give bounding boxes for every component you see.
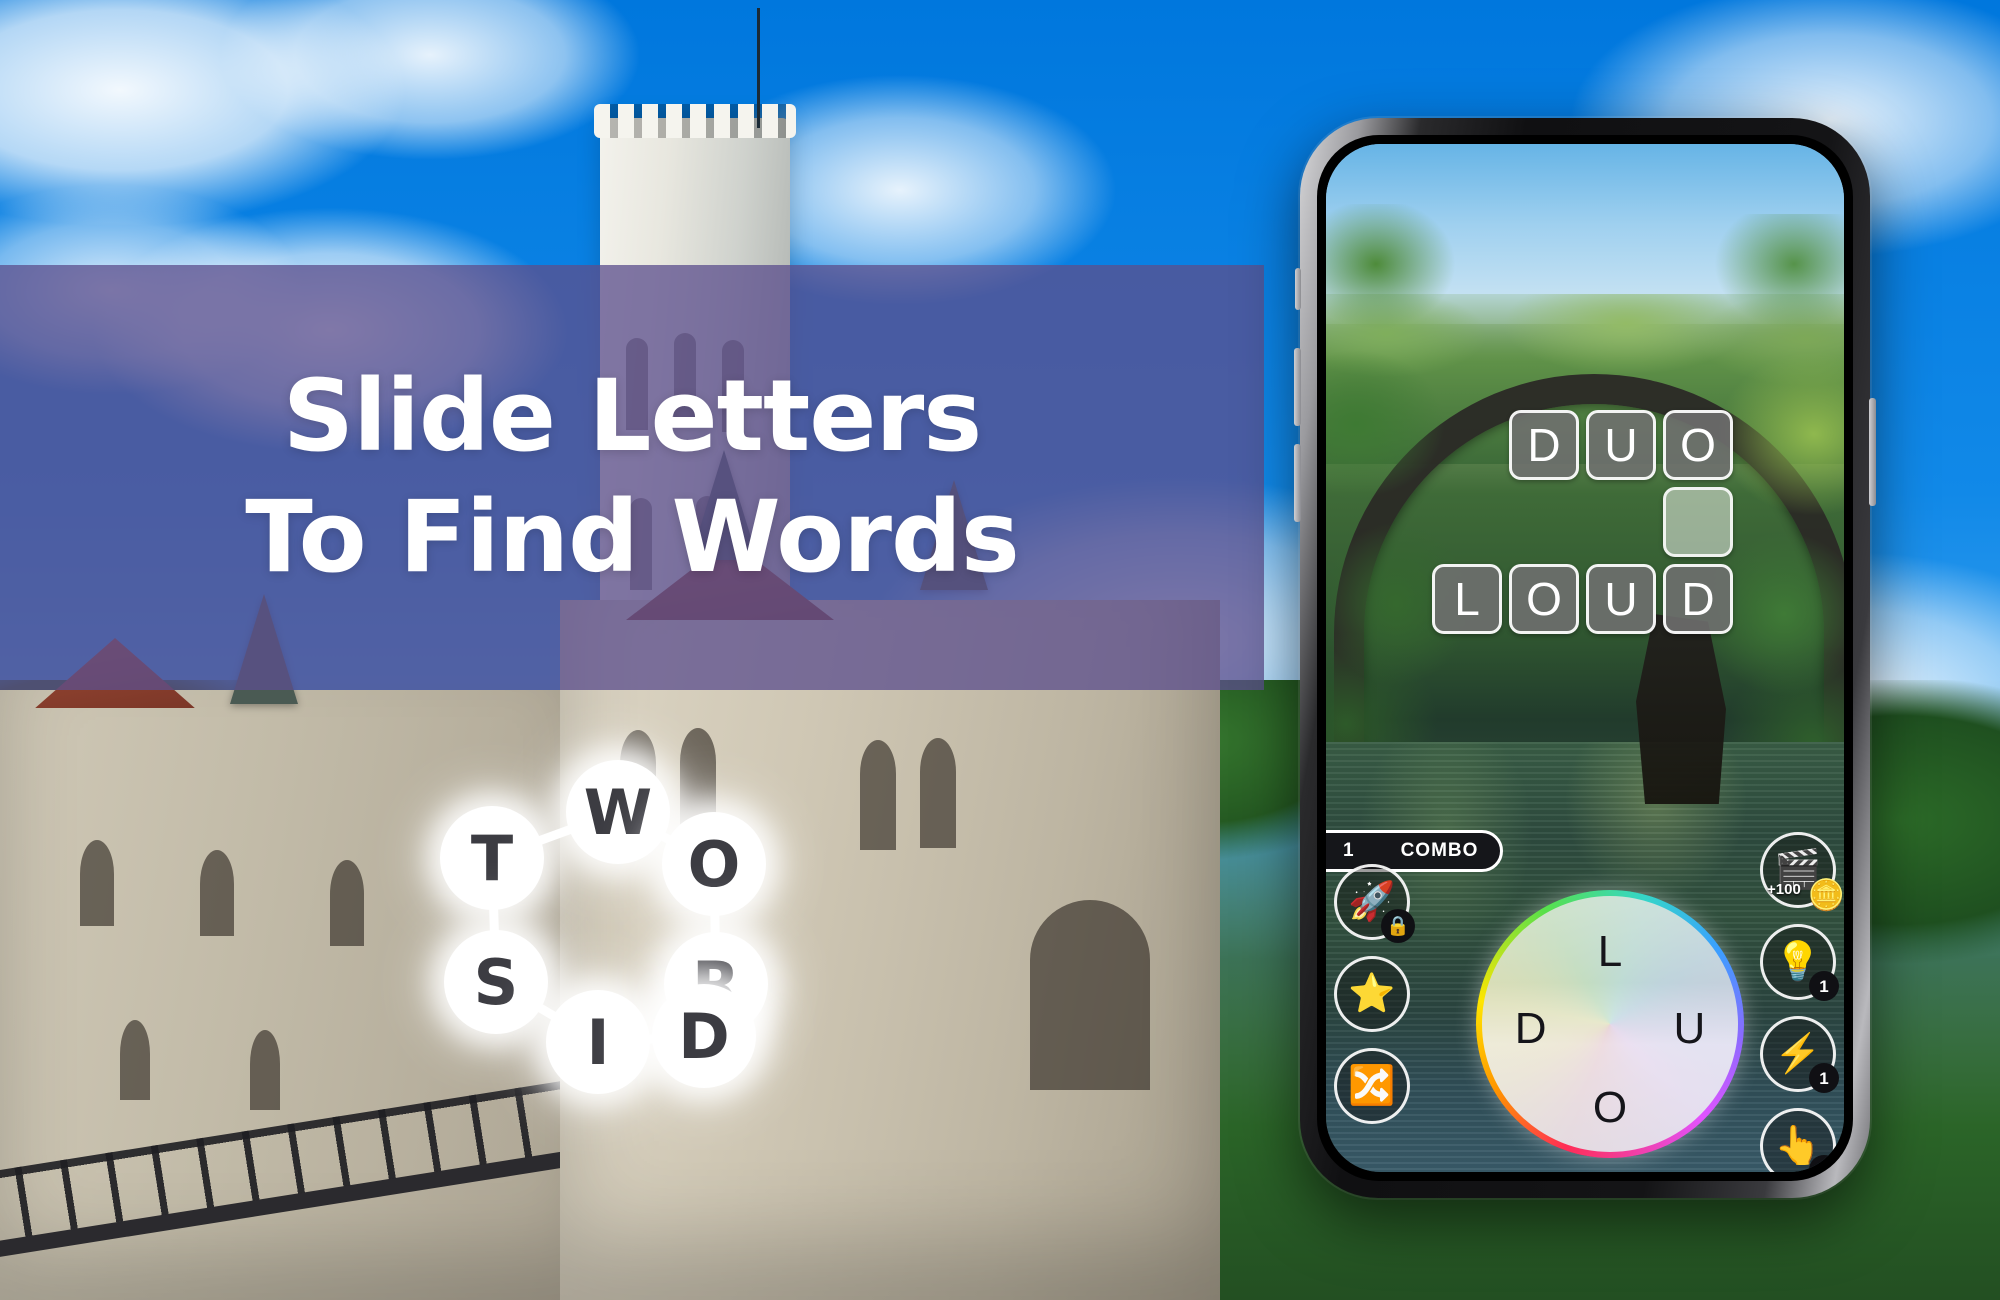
tile-u2[interactable]: U: [1586, 564, 1656, 634]
right-button-stack: 🎬 +100 🪙 💡 1 ⚡ 1 👆 1: [1760, 832, 1844, 1172]
shuffle-icon: 🔀: [1348, 1065, 1396, 1107]
phone-power-button[interactable]: [1869, 398, 1876, 506]
hint-count-badge: 1: [1809, 971, 1839, 1001]
tile-d1[interactable]: D: [1509, 410, 1579, 480]
lightning-boost-button[interactable]: ⚡ 1: [1760, 1016, 1839, 1093]
word-row-duo: D U O: [1509, 410, 1733, 480]
letter-node-i[interactable]: I: [546, 990, 650, 1094]
phone-bezel: D U O L O U D 1 COMBO 🚀 🔒 ⭐ 🔀 🎬 +100 🪙 💡…: [1317, 135, 1853, 1181]
promo-title-line-1: Slide Letters: [282, 358, 982, 474]
phone-volume-down[interactable]: [1294, 444, 1301, 522]
word-letter-circle: T W O S R I D: [440, 760, 768, 1094]
hint-bulb-button[interactable]: 💡 1: [1760, 924, 1839, 1001]
word-board: D U O L O U D: [1432, 410, 1733, 634]
word-row-loud: L O U D: [1432, 564, 1733, 634]
tile-empty-slot[interactable]: [1663, 487, 1733, 557]
letter-node-d[interactable]: D: [652, 984, 756, 1088]
rocket-boost-button[interactable]: 🚀 🔒: [1334, 864, 1415, 943]
word-row-spacer: [1663, 487, 1733, 557]
wheel-letter-d[interactable]: D: [1515, 1004, 1547, 1054]
promo-title-line-2: To Find Words: [245, 479, 1020, 595]
tile-o2[interactable]: O: [1509, 564, 1579, 634]
tap-hand-button[interactable]: 👆 1: [1760, 1108, 1839, 1172]
lock-icon: 🔒: [1381, 909, 1415, 943]
star-bonus-button[interactable]: ⭐: [1334, 956, 1410, 1032]
letter-wheel-surface[interactable]: L D U O: [1482, 896, 1738, 1152]
letter-wheel[interactable]: L D U O: [1476, 890, 1744, 1158]
watch-ad-coins-button[interactable]: 🎬 +100 🪙: [1760, 832, 1844, 911]
coins-icon: 🪙: [1807, 879, 1844, 912]
ad-reward-label: +100: [1767, 881, 1801, 898]
wheel-letter-l[interactable]: L: [1598, 927, 1622, 977]
letter-node-o[interactable]: O: [662, 812, 766, 916]
promo-title-block: Slide Letters To Find Words: [0, 265, 1264, 690]
wheel-letter-u[interactable]: U: [1673, 1004, 1705, 1054]
tile-d2[interactable]: D: [1663, 564, 1733, 634]
phone-mockup: D U O L O U D 1 COMBO 🚀 🔒 ⭐ 🔀 🎬 +100 🪙 💡…: [1294, 118, 1876, 1198]
combo-label: COMBO: [1400, 840, 1479, 861]
lightning-count-badge: 1: [1809, 1063, 1839, 1093]
shuffle-button[interactable]: 🔀: [1334, 1048, 1410, 1124]
combo-count: 1: [1343, 840, 1355, 861]
tile-l2[interactable]: L: [1432, 564, 1502, 634]
letter-node-s[interactable]: S: [444, 930, 548, 1034]
letter-node-w[interactable]: W: [566, 760, 670, 864]
tile-u1[interactable]: U: [1586, 410, 1656, 480]
phone-mute-switch[interactable]: [1295, 268, 1301, 310]
tap-count-badge: 1: [1809, 1155, 1839, 1172]
left-button-stack: 🚀 🔒 ⭐ 🔀: [1334, 864, 1415, 1124]
phone-volume-up[interactable]: [1294, 348, 1301, 426]
tower-flagpole: [757, 8, 760, 128]
star-icon: ⭐: [1348, 973, 1396, 1015]
letter-node-t[interactable]: T: [440, 806, 544, 910]
wheel-letter-o[interactable]: O: [1593, 1083, 1627, 1133]
game-screen: D U O L O U D 1 COMBO 🚀 🔒 ⭐ 🔀 🎬 +100 🪙 💡…: [1326, 144, 1844, 1172]
tile-o1[interactable]: O: [1663, 410, 1733, 480]
promo-screenshot: Slide Letters To Find Words T W O S R I …: [0, 0, 2000, 1300]
